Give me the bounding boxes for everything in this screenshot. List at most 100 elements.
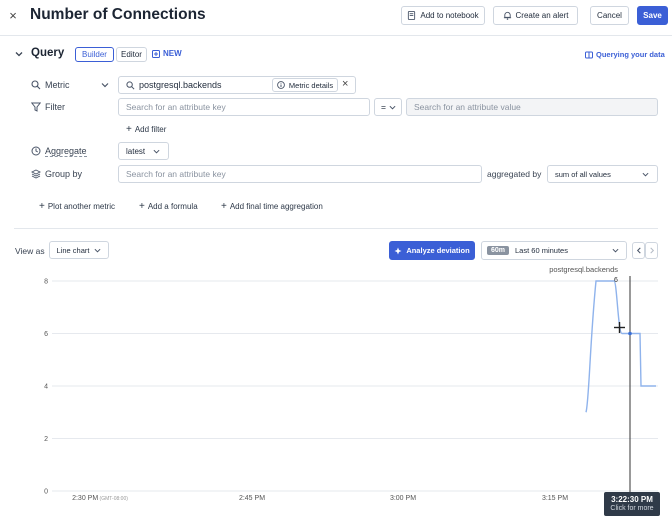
plus-icon: +	[39, 201, 45, 212]
hover-marker	[628, 331, 632, 336]
plot-another-metric-link[interactable]: + Plot another metric	[39, 201, 115, 212]
time-badge: 60m	[487, 246, 510, 255]
add-final-time-aggregation-link[interactable]: + Add final time aggregation	[221, 201, 323, 212]
analyze-deviation-label: Analyze deviation	[406, 246, 470, 255]
editor-tab-label: Editor	[121, 50, 142, 59]
new-badge-label: NEW	[163, 49, 182, 58]
save-label: Save	[643, 11, 662, 20]
aggregate-value: latest	[126, 146, 146, 156]
sparkle-icon	[394, 247, 402, 255]
filter-key-input[interactable]: Search for an attribute key	[118, 98, 370, 116]
aggregated-by-label: aggregated by	[487, 169, 542, 179]
aggregate-select[interactable]: latest	[118, 142, 169, 160]
collapse-query-icon[interactable]	[14, 49, 24, 59]
metric-value: postgresql.backends	[139, 80, 222, 90]
x-tick-label: 3:00 PM	[390, 495, 416, 502]
chart-type-value: Line chart	[56, 245, 90, 255]
plus-icon: +	[139, 201, 145, 212]
tab-editor[interactable]: Editor	[116, 47, 147, 62]
metric-search-icon	[31, 80, 41, 90]
aggregated-by-chevron-icon	[642, 171, 649, 178]
filter-operator-value: =	[381, 102, 386, 112]
querying-your-data-link[interactable]: Querying your data	[585, 50, 665, 59]
chevron-right-icon	[649, 247, 655, 254]
querying-your-data-label: Querying your data	[596, 50, 665, 59]
hover-tooltip[interactable]: 3:22:30 PM Click for more	[604, 492, 660, 516]
add-formula-link[interactable]: + Add a formula	[139, 201, 198, 212]
x-tick-label: 3:15 PM	[542, 495, 568, 502]
operator-chevron-icon	[389, 104, 396, 111]
aggregate-label[interactable]: Aggregate	[45, 146, 87, 157]
create-alert-button[interactable]: Create an alert	[493, 6, 578, 25]
analyze-deviation-button[interactable]: Analyze deviation	[389, 241, 475, 260]
close-icon[interactable]: ×	[7, 8, 19, 23]
filter-operator-select[interactable]: =	[374, 98, 402, 116]
group-by-placeholder: Search for an attribute key	[126, 169, 226, 179]
group-by-label: Group by	[45, 169, 83, 179]
time-range-select[interactable]: 60m Last 60 minutes	[481, 241, 627, 260]
notebook-icon	[407, 11, 416, 20]
tooltip-hint: Click for more	[610, 505, 654, 512]
metric-dropdown-chevron-icon[interactable]	[101, 81, 109, 89]
filter-icon	[31, 102, 41, 112]
create-alert-label: Create an alert	[515, 11, 569, 20]
add-to-notebook-button[interactable]: Add to notebook	[401, 6, 485, 25]
plus-icon: +	[126, 124, 132, 135]
cancel-label: Cancel	[597, 11, 622, 20]
aggregate-chevron-icon	[153, 148, 160, 155]
chart-type-chevron-icon	[94, 247, 101, 254]
aggregated-by-select[interactable]: sum of all values	[547, 165, 658, 183]
header-divider	[0, 35, 672, 36]
filter-label: Filter	[45, 102, 65, 112]
filter-value-input[interactable]: Search for an attribute value	[406, 98, 658, 116]
cancel-button[interactable]: Cancel	[590, 6, 629, 25]
new-badge: NEW	[152, 49, 182, 58]
tab-builder[interactable]: Builder	[75, 47, 114, 62]
info-icon	[277, 81, 285, 89]
plot-another-metric-label: Plot another metric	[47, 202, 115, 211]
time-prev-button[interactable]	[632, 242, 645, 259]
x-tick-label: 2:30 PM (GMT-08:00)	[72, 495, 128, 502]
add-formula-label: Add a formula	[147, 202, 198, 211]
group-by-input[interactable]: Search for an attribute key	[118, 165, 482, 183]
y-tick-label: 6	[44, 331, 48, 338]
builder-tab-label: Builder	[82, 50, 107, 59]
add-to-notebook-label: Add to notebook	[420, 11, 479, 20]
hover-value-label: 6	[614, 277, 618, 284]
bell-icon	[503, 11, 512, 20]
view-as-label: View as	[15, 246, 45, 256]
save-button[interactable]: Save	[637, 6, 668, 25]
chevron-left-icon	[636, 247, 642, 254]
cursor-icon	[614, 322, 625, 333]
aggregated-by-value: sum of all values	[555, 169, 611, 179]
query-divider	[14, 228, 658, 229]
docs-icon	[585, 51, 593, 59]
filter-value-placeholder: Search for an attribute value	[414, 102, 521, 112]
filter-key-placeholder: Search for an attribute key	[126, 102, 226, 112]
add-filter-label: Add filter	[134, 125, 167, 134]
metric-details-label: Metric details	[288, 80, 334, 90]
sparkle-icon	[152, 49, 160, 58]
metric-label: Metric	[45, 80, 70, 90]
time-range-value: Last 60 minutes	[515, 246, 568, 255]
clear-metric-icon[interactable]: ×	[342, 78, 348, 90]
line-chart[interactable]: 0 2 4 6 8 2:30 PM (GMT-08:00) 2:45 PM 3:00 PM 3…	[0, 262, 672, 518]
y-tick-label: 0	[44, 489, 48, 496]
y-tick-label: 2	[44, 436, 48, 443]
chart-type-select[interactable]: Line chart	[49, 241, 109, 259]
add-filter-link[interactable]: + Add filter	[126, 124, 166, 135]
layers-icon	[31, 169, 41, 179]
tooltip-time: 3:22:30 PM	[611, 495, 653, 504]
legend-series-label: postgresql.backends	[549, 265, 618, 274]
metric-input-search-icon	[126, 80, 135, 90]
y-tick-label: 4	[44, 384, 48, 391]
series-line[interactable]	[585, 280, 656, 413]
y-tick-label: 8	[44, 279, 48, 286]
metric-details-button[interactable]: Metric details	[272, 78, 338, 92]
x-tick-label: 2:45 PM	[239, 495, 265, 502]
page-title: Number of Connections	[30, 6, 206, 23]
plus-icon: +	[221, 201, 227, 212]
time-next-button[interactable]	[645, 242, 658, 259]
time-range-chevron-icon	[612, 247, 619, 254]
query-title: Query	[31, 47, 65, 59]
